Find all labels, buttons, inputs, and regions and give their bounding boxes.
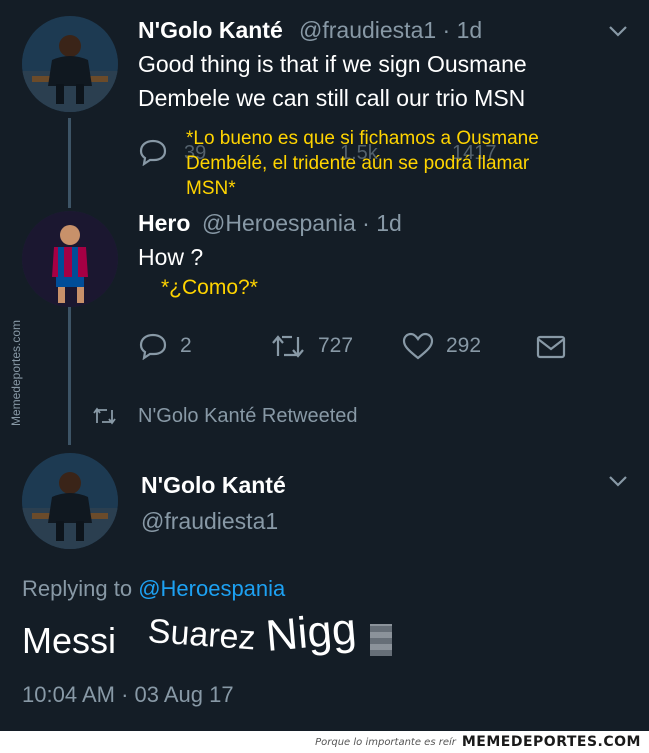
like-icon (402, 332, 434, 360)
retweet-button[interactable]: 727 (270, 332, 353, 360)
tweet-author-name[interactable]: N'Golo Kanté (138, 17, 283, 44)
reply-icon[interactable] (138, 138, 168, 166)
reply-count: 2 (180, 334, 192, 357)
tweet-author-handle[interactable]: @fraudiesta1 · 1d (299, 17, 482, 44)
tweet-text: Good thing is that if we sign Ousmane De… (138, 47, 527, 115)
retweet-icon (93, 407, 116, 425)
reply-icon (139, 333, 167, 360)
tweet-date: · 03 Aug 17 (121, 682, 234, 707)
like-count: 292 (446, 334, 482, 357)
footer-slogan: Porque lo importante es reír (315, 736, 456, 748)
chevron-down-icon[interactable] (608, 24, 628, 38)
avatar[interactable] (22, 211, 118, 307)
replying-handle-link[interactable]: @Heroespania (138, 576, 285, 601)
translation-caption: *Lo bueno es que si fichamos a Ousmane D… (186, 126, 539, 201)
tweet-word: Nigg (263, 604, 359, 661)
tweet-word: Suarez (146, 612, 257, 658)
dm-icon[interactable] (536, 334, 566, 360)
avatar[interactable] (22, 16, 118, 112)
thread-line (68, 118, 71, 208)
tweet-text-line: Dembele we can still call our trio MSN (138, 85, 526, 111)
chevron-down-icon[interactable] (608, 474, 628, 488)
footer-brand: MEMEDEPORTES.COM (461, 734, 641, 750)
caption-line: MSN* (186, 178, 236, 199)
tweet-author-name[interactable]: Hero (138, 210, 190, 237)
translation-caption: *¿Como?* (161, 276, 258, 299)
caption-line: Dembélé, el tridente aún se podrá llamar (186, 153, 530, 174)
tweet-author-name[interactable]: N'Golo Kanté (141, 472, 286, 499)
retweet-notice: N'Golo Kanté Retweeted (138, 405, 358, 427)
tweet-author-handle[interactable]: @Heroespania · 1d (202, 210, 402, 237)
reply-button[interactable]: 2 (138, 332, 192, 360)
tweet-text: How ? (138, 244, 204, 270)
retweet-icon (272, 335, 304, 358)
retweet-count: 727 (318, 334, 354, 357)
like-button[interactable]: 292 (402, 332, 481, 360)
tweet-author-handle[interactable]: @fraudiesta1 (141, 508, 278, 535)
tweet-timestamp[interactable]: 10:04 AM · 03 Aug 17 (22, 682, 234, 708)
tweet-time: 10:04 AM (22, 682, 115, 707)
thread-line (68, 305, 71, 445)
pixelated-censor (370, 624, 392, 656)
replying-to: Replying to @Heroespania (22, 576, 285, 602)
side-watermark: Memedeportes.com (9, 319, 23, 427)
tweet-text-line: Good thing is that if we sign Ousmane (138, 51, 527, 77)
tweet-word: Messi (22, 620, 117, 661)
caption-line: *Lo bueno es que si fichamos a Ousmane (186, 128, 539, 149)
avatar[interactable] (22, 453, 118, 549)
footer-watermark: Porque lo importante es reír MEMEDEPORTE… (0, 731, 649, 753)
replying-prefix: Replying to (22, 576, 139, 601)
